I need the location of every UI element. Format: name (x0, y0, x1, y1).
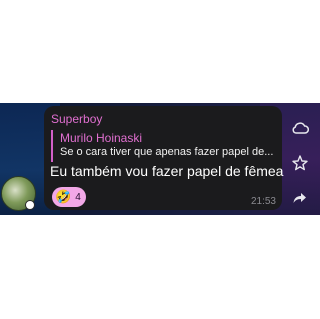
share-icon (293, 193, 306, 203)
message-text: Eu também vou fazer papel de fêmea (50, 163, 284, 179)
star-button[interactable] (290, 153, 310, 173)
avatar-status-dot (25, 200, 35, 210)
message-bubble[interactable]: Superboy Murilo Hoinaski Se o cara tiver… (44, 106, 284, 210)
cloud-button[interactable] (290, 118, 310, 138)
star-icon (292, 155, 308, 171)
avatar[interactable] (1, 176, 36, 211)
message-time: 21:53 (250, 196, 276, 207)
reply-quote[interactable]: Murilo Hoinaski Se o cara tiver que apen… (51, 130, 279, 162)
laughing-emoji-icon: 🤣 (55, 189, 72, 204)
cloud-icon (292, 122, 309, 134)
share-button[interactable] (290, 188, 310, 208)
reaction-count: 4 (75, 191, 81, 203)
message-actions (286, 118, 314, 208)
reply-text: Se o cara tiver que apenas fazer papel d… (60, 146, 274, 158)
reply-author: Murilo Hoinaski (60, 131, 143, 145)
reaction-chip[interactable]: 🤣 4 (52, 187, 86, 207)
sender-name[interactable]: Superboy (51, 112, 102, 126)
